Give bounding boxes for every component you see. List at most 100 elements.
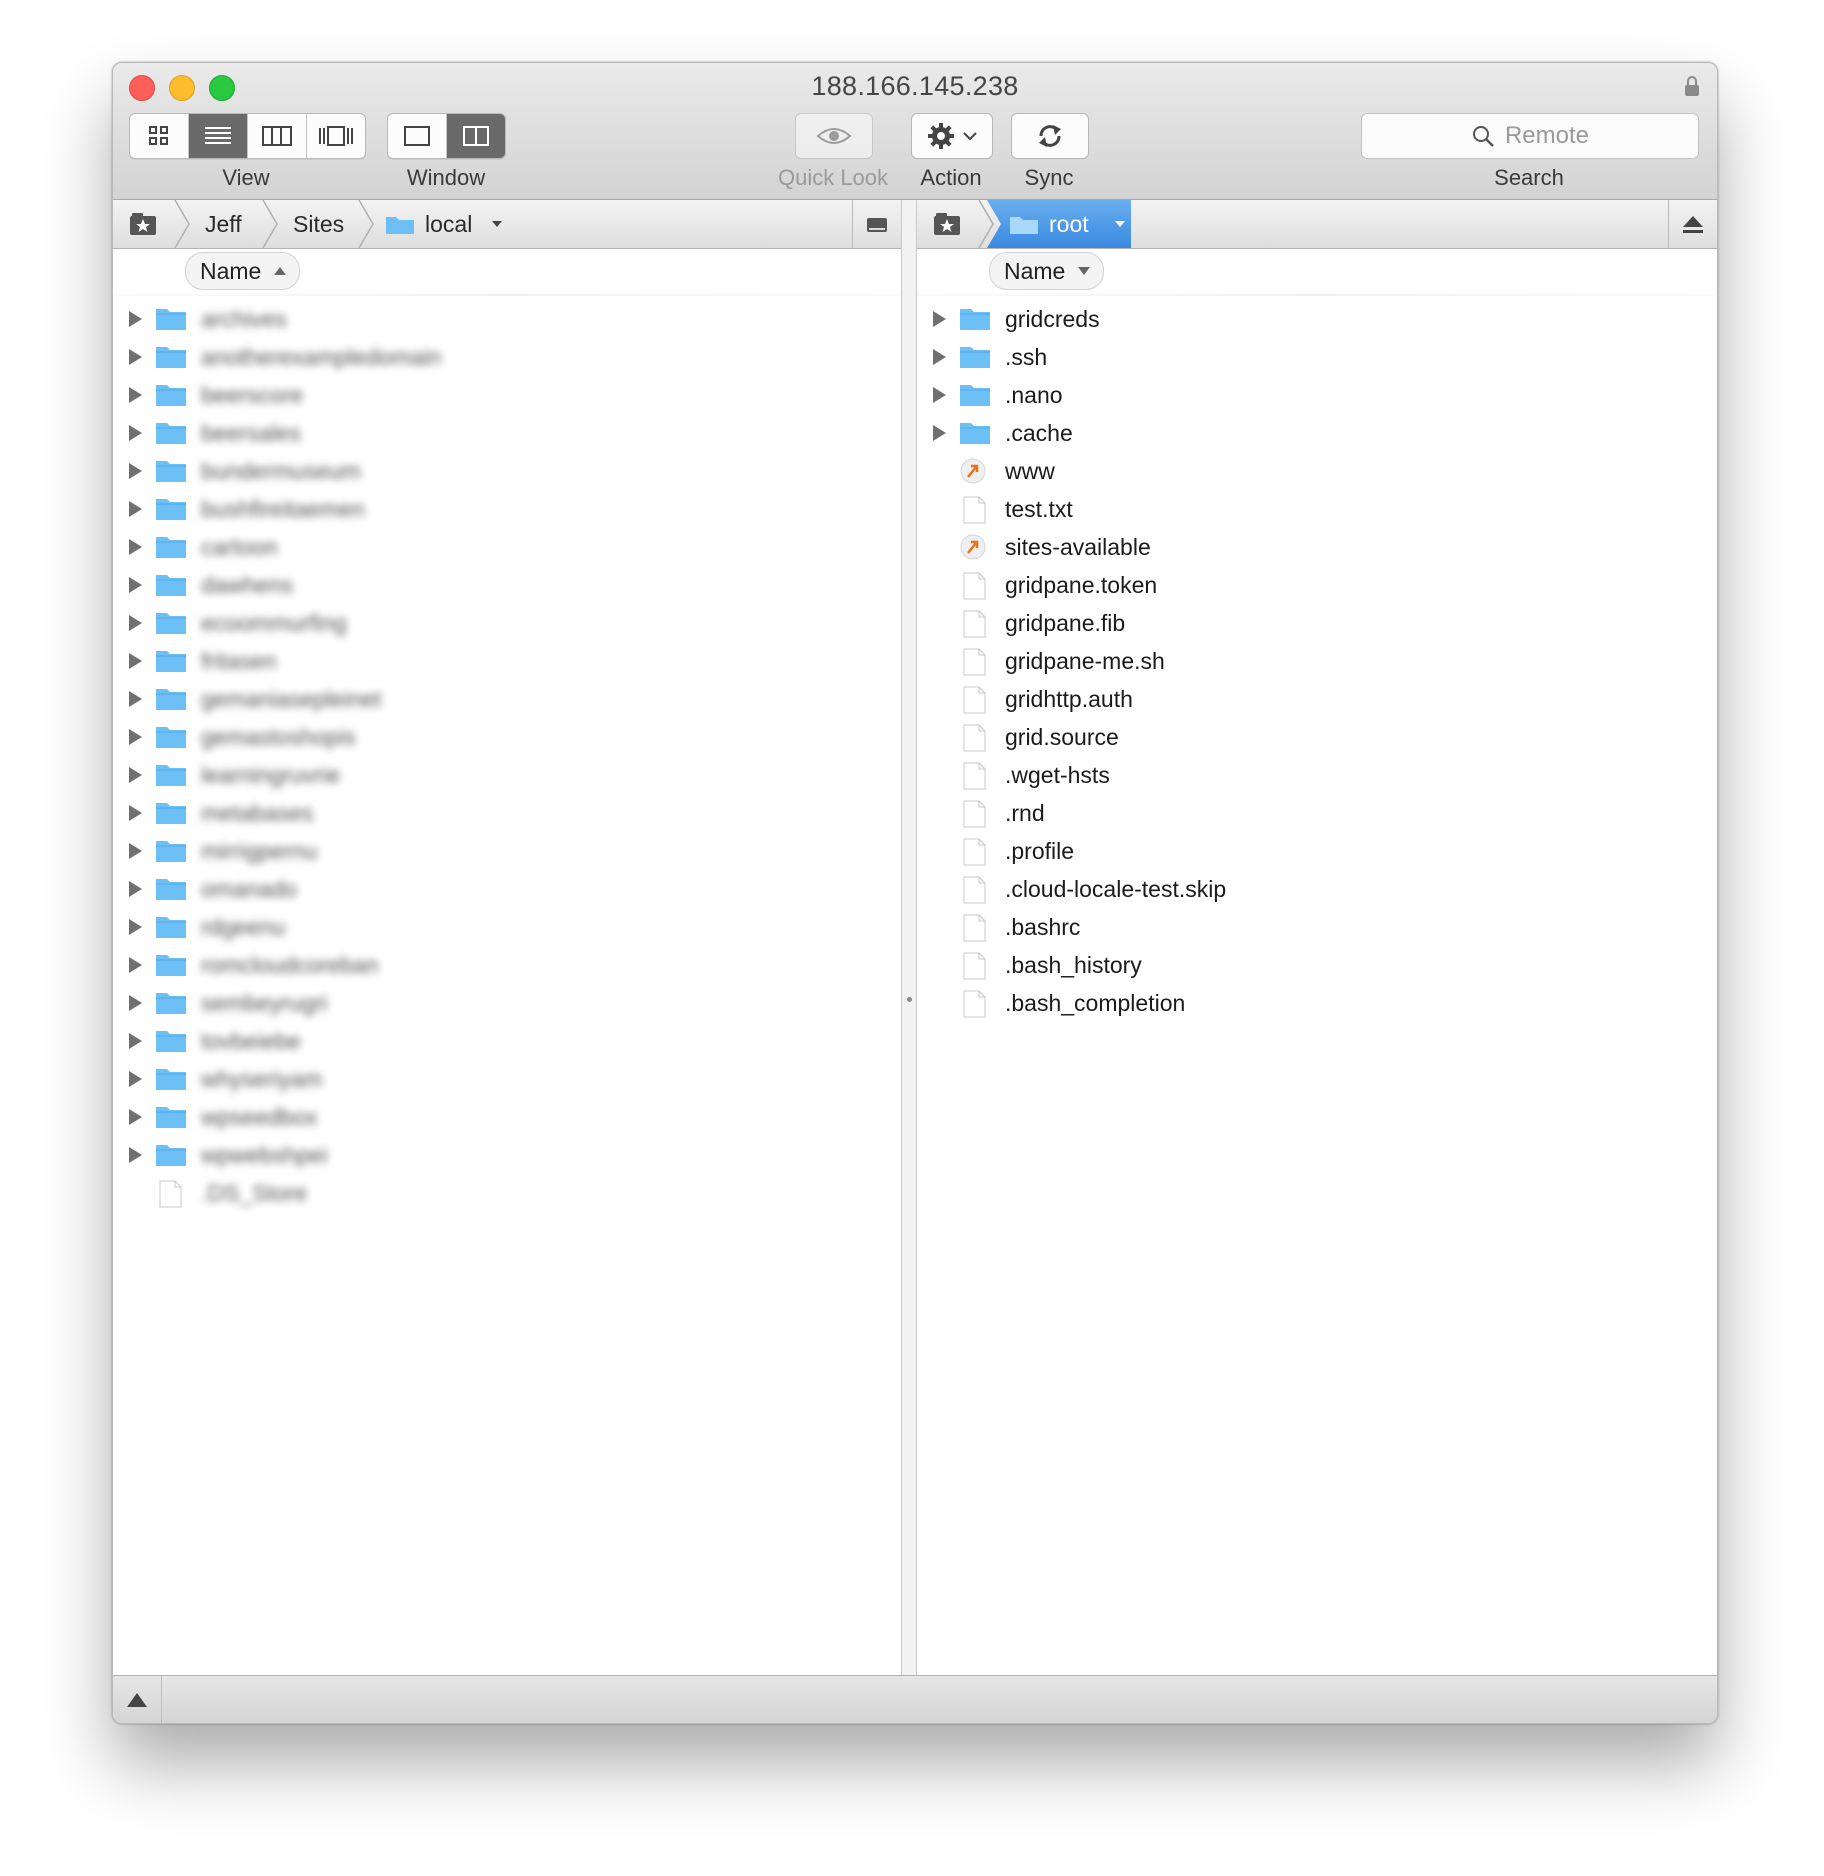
list-view-button[interactable] (189, 114, 248, 158)
disclosure-triangle-icon[interactable] (129, 729, 142, 745)
file-list-row[interactable]: dawhens (113, 566, 901, 604)
disclosure-triangle-icon[interactable] (129, 843, 142, 859)
disclosure-triangle-icon[interactable] (129, 349, 142, 365)
column-header-label: Name (200, 257, 262, 284)
disclosure-triangle-icon[interactable] (129, 387, 142, 403)
file-list-row[interactable]: .bashrc (917, 908, 1717, 946)
file-list-row[interactable]: omanado (113, 870, 901, 908)
file-list-row[interactable]: gridhttp.auth (917, 680, 1717, 718)
breadcrumb-local[interactable]: local (385, 200, 504, 248)
file-list-row[interactable]: sembeyrugri (113, 984, 901, 1022)
file-list-row[interactable]: gridpane-me.sh (917, 642, 1717, 680)
file-list-row[interactable]: gridcreds (917, 300, 1717, 338)
name-column-header[interactable]: Name (185, 252, 301, 290)
file-list-row[interactable]: metabases (113, 794, 901, 832)
disclosure-triangle-icon[interactable] (129, 805, 142, 821)
file-list-row[interactable]: bushfireitaemen (113, 490, 901, 528)
local-file-list: archives anotherexampledomain beerscore bee… (113, 300, 901, 1212)
file-list-row[interactable]: .cache (917, 414, 1717, 452)
file-list-row[interactable]: romcloudcoreban (113, 946, 901, 984)
disclosure-triangle-icon[interactable] (129, 1033, 142, 1049)
coverflow-view-button[interactable] (307, 114, 365, 158)
file-list-row[interactable]: cartoon (113, 528, 901, 566)
file-list-row[interactable]: bundermuseum (113, 452, 901, 490)
file-list-row[interactable]: .bash_completion (917, 984, 1717, 1022)
file-list-row[interactable]: grid.source (917, 718, 1717, 756)
disclosure-triangle-icon[interactable] (129, 995, 142, 1011)
file-list-row[interactable]: .bash_history (917, 946, 1717, 984)
file-list-row[interactable]: beersales (113, 414, 901, 452)
file-list-row[interactable]: .wget-hsts (917, 756, 1717, 794)
file-list-row[interactable]: beerscore (113, 376, 901, 414)
disclosure-triangle-icon[interactable] (129, 919, 142, 935)
file-name: beersales (201, 419, 301, 446)
local-favorites-button[interactable] (113, 200, 173, 248)
file-list-row[interactable]: mirrigpernu (113, 832, 901, 870)
file-list-row[interactable]: sites-available (917, 528, 1717, 566)
local-disk-button[interactable] (852, 200, 901, 248)
name-column-header[interactable]: Name (989, 252, 1105, 290)
pane-split-handle[interactable] (901, 200, 917, 1675)
file-list-row[interactable]: www (917, 452, 1717, 490)
file-list-row[interactable]: wpwebshpei (113, 1136, 901, 1174)
file-list-row[interactable]: .profile (917, 832, 1717, 870)
file-list-row[interactable]: ecoommurfing (113, 604, 901, 642)
file-list-row[interactable]: gridpane.fib (917, 604, 1717, 642)
dual-pane-button[interactable] (447, 114, 505, 158)
file-list-row[interactable]: learningruvrie (113, 756, 901, 794)
file-name: bushfireitaemen (201, 495, 365, 522)
file-icon (963, 496, 986, 524)
file-list-row[interactable]: gemaniasepleinet (113, 680, 901, 718)
file-list-row[interactable]: anotherexampledomain (113, 338, 901, 376)
file-list-row[interactable]: .nano (917, 376, 1717, 414)
column-view-button[interactable] (248, 114, 307, 158)
file-name: test.txt (1005, 495, 1073, 522)
disclosure-triangle-icon[interactable] (129, 1109, 142, 1125)
disclosure-triangle-icon[interactable] (129, 615, 142, 631)
file-list-row[interactable]: gemastoshopis (113, 718, 901, 756)
quick-look-button[interactable] (795, 113, 873, 159)
disclosure-triangle-icon[interactable] (129, 957, 142, 973)
file-list-row[interactable]: .cloud-locale-test.skip (917, 870, 1717, 908)
single-pane-button[interactable] (388, 114, 447, 158)
action-menu-button[interactable] (911, 113, 993, 159)
file-list-row[interactable]: test.txt (917, 490, 1717, 528)
breadcrumb-sites[interactable]: Sites (293, 200, 344, 248)
disclosure-triangle-icon[interactable] (129, 425, 142, 441)
disclosure-triangle-icon[interactable] (933, 349, 946, 365)
disclosure-triangle-icon[interactable] (129, 311, 142, 327)
sync-button[interactable] (1011, 113, 1089, 159)
disconnect-eject-button[interactable] (1668, 200, 1717, 248)
file-list-row[interactable]: rdgeenu (113, 908, 901, 946)
toggle-transfers-button[interactable] (113, 1676, 162, 1723)
disclosure-triangle-icon[interactable] (129, 1147, 142, 1163)
breadcrumb-root[interactable]: root (987, 200, 1131, 248)
disclosure-triangle-icon[interactable] (933, 311, 946, 327)
file-list-row[interactable]: fritasen (113, 642, 901, 680)
file-list-row[interactable]: .DS_Store (113, 1174, 901, 1212)
disclosure-triangle-icon[interactable] (129, 691, 142, 707)
icon-view-button[interactable] (130, 114, 189, 158)
disclosure-triangle-icon[interactable] (129, 881, 142, 897)
file-list-row[interactable]: .rnd (917, 794, 1717, 832)
remote-search-field[interactable]: Remote (1361, 113, 1699, 159)
disclosure-triangle-icon[interactable] (933, 425, 946, 441)
file-list-row[interactable]: archives (113, 300, 901, 338)
remote-favorites-button[interactable] (917, 200, 977, 248)
favorites-icon (130, 213, 156, 235)
disclosure-triangle-icon[interactable] (129, 577, 142, 593)
disclosure-triangle-icon[interactable] (129, 501, 142, 517)
file-list-row[interactable]: wpseedbox (113, 1098, 901, 1136)
disclosure-triangle-icon[interactable] (129, 539, 142, 555)
file-list-row[interactable]: whyseriyam (113, 1060, 901, 1098)
disclosure-triangle-icon[interactable] (129, 463, 142, 479)
file-list-row[interactable]: tovbeiebe (113, 1022, 901, 1060)
disclosure-triangle-icon[interactable] (129, 1071, 142, 1087)
file-name: wpwebshpei (201, 1141, 328, 1168)
breadcrumb-jeff[interactable]: Jeff (205, 200, 242, 248)
disclosure-triangle-icon[interactable] (129, 653, 142, 669)
file-list-row[interactable]: .ssh (917, 338, 1717, 376)
disclosure-triangle-icon[interactable] (933, 387, 946, 403)
file-list-row[interactable]: gridpane.token (917, 566, 1717, 604)
disclosure-triangle-icon[interactable] (129, 767, 142, 783)
